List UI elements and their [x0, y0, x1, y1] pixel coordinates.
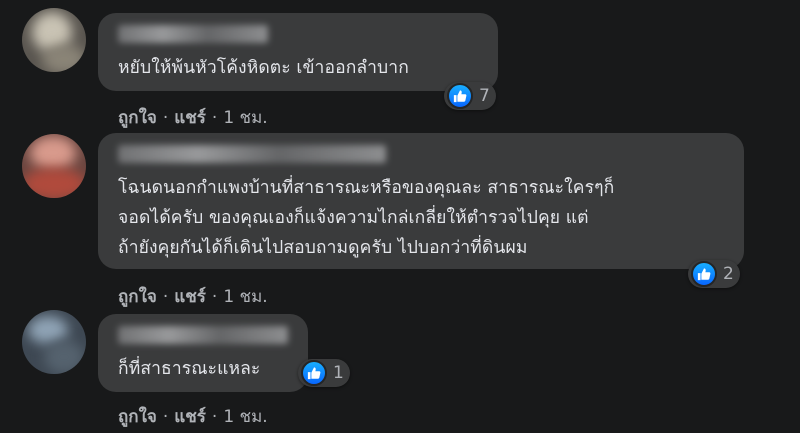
share-link[interactable]: แชร์: [174, 287, 206, 307]
like-link[interactable]: ถูกใจ: [118, 287, 157, 307]
comment-bubble: ก็ที่สาธารณะแหละ: [98, 314, 308, 392]
like-thumbs-up-icon: [691, 261, 717, 287]
reaction-summary[interactable]: 1: [298, 359, 350, 387]
author-name-blurred[interactable]: [118, 326, 288, 344]
avatar[interactable]: [22, 310, 86, 374]
reaction-summary[interactable]: 2: [688, 260, 740, 288]
share-link[interactable]: แชร์: [174, 108, 206, 128]
timestamp[interactable]: 1 ชม.: [223, 287, 267, 307]
reaction-summary[interactable]: 7: [444, 82, 496, 110]
comment-text: ก็ที่สาธารณะแหละ: [118, 359, 261, 379]
comment-actions: ถูกใจ · แชร์ · 1 ชม.: [118, 108, 268, 128]
like-link[interactable]: ถูกใจ: [118, 108, 157, 128]
author-name-blurred[interactable]: [118, 25, 268, 43]
comment-actions: ถูกใจ · แชร์ · 1 ชม.: [118, 287, 268, 307]
comment-text-line: ถ้ายังคุยกันได้ก็เดินไปสอบถามดูครับ ไปบอ…: [118, 238, 528, 258]
comment-text-line: โฉนดนอกกำแพงบ้านที่สาธารณะหรือของคุณละ ส…: [118, 178, 615, 198]
avatar[interactable]: [22, 8, 86, 72]
like-thumbs-up-icon: [301, 360, 327, 386]
author-name-blurred[interactable]: [118, 145, 386, 163]
reaction-count: 1: [333, 363, 344, 383]
like-thumbs-up-icon: [447, 83, 473, 109]
reaction-count: 7: [479, 86, 490, 106]
share-link[interactable]: แชร์: [174, 407, 206, 427]
comment-actions: ถูกใจ · แชร์ · 1 ชม.: [118, 407, 268, 427]
comment-text-line: จอดได้ครับ ของคุณเองก็แจ้งความไกล่เกลี่ย…: [118, 208, 589, 228]
timestamp[interactable]: 1 ชม.: [223, 108, 267, 128]
comment-bubble: โฉนดนอกกำแพงบ้านที่สาธารณะหรือของคุณละ ส…: [98, 133, 744, 269]
avatar[interactable]: [22, 134, 86, 198]
like-link[interactable]: ถูกใจ: [118, 407, 157, 427]
reaction-count: 2: [723, 264, 734, 284]
timestamp[interactable]: 1 ชม.: [223, 407, 267, 427]
comment-text: หยับให้พ้นหัวโค้งหิดตะ เข้าออกลำบาก: [118, 58, 409, 78]
comment-text: โฉนดนอกกำแพงบ้านที่สาธารณะหรือของคุณละ ส…: [118, 173, 614, 263]
comment-bubble: หยับให้พ้นหัวโค้งหิดตะ เข้าออกลำบาก: [98, 13, 498, 91]
